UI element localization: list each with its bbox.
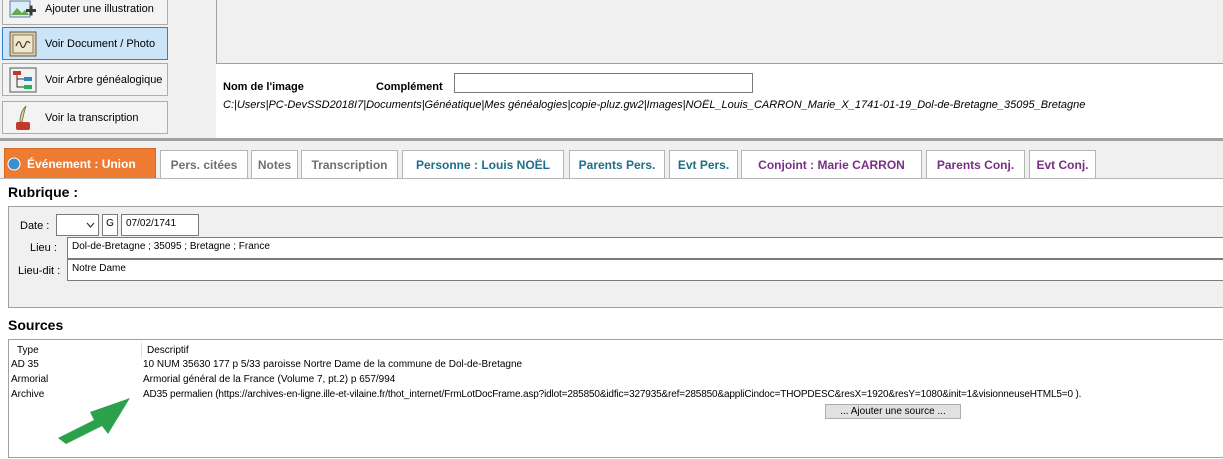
add-source-button[interactable]: ... Ajouter une source ... (825, 404, 961, 419)
tab-label: Pers. citées (170, 157, 238, 172)
image-metadata-panel: Nom de l'image Complément C:|Users|PC-De… (216, 64, 1223, 138)
lieudit-input[interactable]: Notre Dame (67, 259, 1223, 281)
tab-label: Personne : Louis NOËL (415, 157, 550, 172)
view-tree-label: Voir Arbre généalogique (45, 73, 163, 86)
view-document-label: Voir Document / Photo (45, 37, 156, 50)
source-desc: AD35 permalien (https://archives-en-lign… (143, 389, 1082, 400)
tab-evt-conj[interactable]: Evt Conj. (1029, 150, 1096, 178)
source-type: Archive (11, 389, 45, 400)
tab-personne[interactable]: Personne : Louis NOËL (402, 150, 564, 178)
image-preview-area (216, 0, 1223, 64)
sources-header: Type Descriptif (9, 343, 1223, 357)
table-row[interactable]: Armorial Armorial général de la France (… (9, 373, 1223, 388)
calendar-type-field[interactable]: G (102, 214, 118, 236)
complement-label: Complément (376, 81, 443, 93)
family-tree-icon (9, 67, 37, 92)
view-document-button[interactable]: Voir Document / Photo (2, 27, 168, 60)
tab-label: Notes (257, 157, 292, 172)
add-illustration-label: Ajouter une illustration (45, 2, 154, 15)
tab-notes[interactable]: Notes (251, 150, 298, 178)
event-circle-icon (7, 157, 21, 170)
add-image-icon (9, 0, 36, 17)
tab-label: Transcription (311, 157, 388, 172)
tab-parents-conj[interactable]: Parents Conj. (926, 150, 1025, 178)
tab-transcription[interactable]: Transcription (301, 150, 398, 178)
date-label: Date : (20, 220, 50, 232)
date-qualifier-select[interactable] (56, 214, 99, 236)
quill-inkwell-icon (16, 105, 30, 130)
image-name-label: Nom de l'image (223, 81, 304, 93)
tab-conjoint[interactable]: Conjoint : Marie CARRON (741, 150, 922, 178)
view-tree-button[interactable]: Voir Arbre généalogique (2, 63, 168, 96)
tab-label: Parents Conj. (936, 157, 1015, 172)
tab-label: Evt Conj. (1036, 157, 1089, 172)
left-button-panel: Ajouter une illustration Voir Document /… (0, 0, 216, 138)
source-desc: 10 NUM 35630 177 p 5/33 paroisse Nortre … (143, 359, 523, 370)
image-path: C:|Users|PC-DevSSD2018I7|Documents|Généa… (223, 99, 1086, 111)
column-header-type[interactable]: Type (17, 345, 39, 356)
document-photo-icon (9, 31, 37, 56)
tab-pers-citees[interactable]: Pers. citées (160, 150, 248, 178)
table-row[interactable]: AD 35 10 NUM 35630 177 p 5/33 paroisse N… (9, 358, 1223, 373)
sources-table[interactable]: Type Descriptif AD 35 10 NUM 35630 177 p… (8, 339, 1223, 458)
source-type: Armorial (11, 374, 49, 385)
panel-separator[interactable] (0, 138, 1223, 141)
tab-evt-pers[interactable]: Evt Pers. (669, 150, 738, 178)
complement-input[interactable] (454, 73, 753, 93)
lieu-label: Lieu : (30, 242, 57, 254)
sources-title: Sources (8, 317, 64, 333)
add-illustration-button[interactable]: Ajouter une illustration (2, 0, 168, 25)
table-row[interactable]: Archive AD35 permalien (https://archives… (9, 388, 1223, 403)
green-arrow-icon (58, 398, 130, 444)
lieudit-label: Lieu-dit : (18, 265, 61, 277)
tab-label: Parents Pers. (578, 157, 656, 172)
tab-label: Conjoint : Marie CARRON (758, 157, 905, 172)
source-type: AD 35 (11, 359, 39, 370)
tab-label: Evt Pers. (677, 157, 730, 172)
view-transcription-label: Voir la transcription (45, 111, 139, 124)
tab-evenement-union[interactable]: Événement : Union (4, 148, 156, 178)
source-desc: Armorial général de la France (Volume 7,… (143, 374, 396, 385)
chevron-down-icon (86, 222, 95, 228)
rubrique-box: Date : G 07/02/1741 Lieu : Dol-de-Bretag… (8, 206, 1223, 308)
tab-label: Événement : Union (27, 156, 136, 171)
column-divider[interactable] (141, 343, 142, 357)
lieu-input[interactable]: Dol-de-Bretagne ; 35095 ; Bretagne ; Fra… (67, 237, 1223, 259)
column-header-descriptif[interactable]: Descriptif (147, 345, 189, 356)
view-transcription-button[interactable]: Voir la transcription (2, 101, 168, 134)
date-input[interactable]: 07/02/1741 (121, 214, 199, 236)
rubrique-title: Rubrique : (8, 184, 78, 200)
tab-parents-pers[interactable]: Parents Pers. (569, 150, 665, 178)
